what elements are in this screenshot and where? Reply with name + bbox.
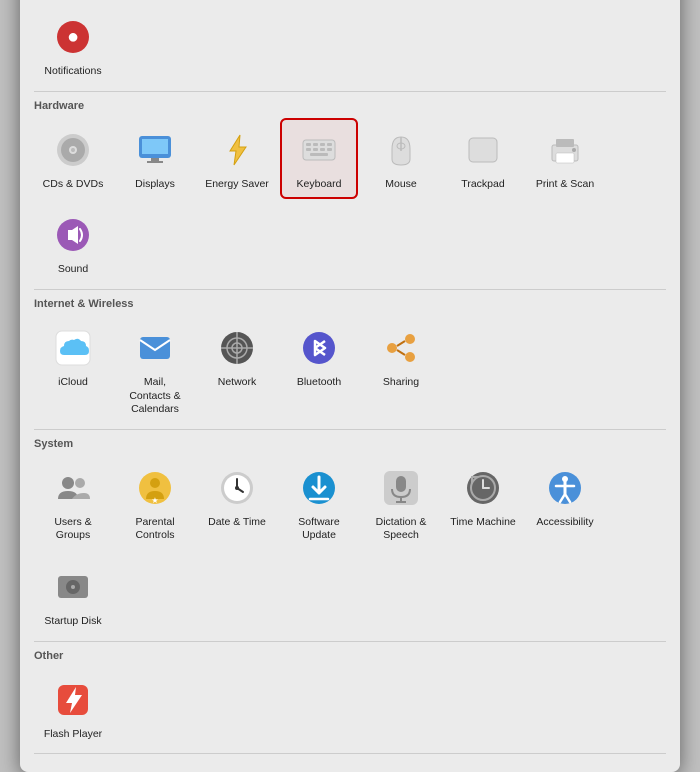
pref-label-mouse: Mouse: [385, 178, 417, 192]
pref-item-accessibility[interactable]: Accessibility: [526, 456, 604, 551]
pref-icon-network: [213, 324, 261, 372]
pref-icon-mail: [131, 324, 179, 372]
pref-icon-bluetooth: [295, 324, 343, 372]
pref-label-cds: CDs & DVDs: [43, 178, 104, 192]
pref-label-bluetooth: Bluetooth: [297, 376, 341, 390]
pref-item-mail[interactable]: Mail, Contacts & Calendars: [116, 316, 194, 425]
pref-label-energy: Energy Saver: [205, 178, 269, 192]
pref-icon-cds: [49, 126, 97, 174]
pref-icon-sound: [49, 211, 97, 259]
pref-label-displays: Displays: [135, 178, 175, 192]
pref-icon-parental: ★: [131, 464, 179, 512]
pref-icon-software: [295, 464, 343, 512]
pref-label-users: Users & Groups: [40, 516, 106, 543]
pref-label-accessibility: Accessibility: [536, 516, 593, 530]
pref-icon-print: [541, 126, 589, 174]
section-grid-system: Users & Groups ★ Parental Controls Date & T…: [34, 456, 666, 637]
divider-hardware: [34, 289, 666, 290]
pref-item-security[interactable]: Security & Privacy: [444, 0, 522, 1]
pref-item-energy[interactable]: Energy Saver: [198, 118, 276, 200]
pref-icon-notifications: ●: [49, 13, 97, 61]
pref-item-desktop[interactable]: Desktop & Screen Saver: [116, 0, 194, 1]
pref-item-software[interactable]: Software Update: [280, 456, 358, 551]
pref-label-flash: Flash Player: [44, 728, 102, 742]
pref-item-notifications[interactable]: ● Notifications: [34, 5, 112, 87]
pref-label-sound: Sound: [58, 263, 88, 277]
divider-other: [34, 753, 666, 754]
pref-item-sound[interactable]: Sound: [34, 203, 112, 285]
pref-item-trackpad[interactable]: Trackpad: [444, 118, 522, 200]
pref-item-dock[interactable]: Dock: [198, 0, 276, 1]
pref-icon-timemachine: [459, 464, 507, 512]
pref-icon-keyboard: [295, 126, 343, 174]
section-grid-hardware: CDs & DVDs Displays Energy Saver Keyboard Mo…: [34, 118, 666, 285]
pref-item-print[interactable]: Print & Scan: [526, 118, 604, 200]
pref-icon-energy: [213, 126, 261, 174]
pref-label-dictation: Dictation & Speech: [368, 516, 434, 543]
pref-item-general[interactable]: ⚙General: [34, 0, 112, 1]
section-grid-other: Flash Player: [34, 668, 666, 750]
pref-item-keyboard[interactable]: Keyboard: [280, 118, 358, 200]
section-label-internet: Internet & Wireless: [34, 298, 666, 310]
section-label-system: System: [34, 438, 666, 450]
pref-item-network[interactable]: Network: [198, 316, 276, 425]
pref-item-dictation[interactable]: Dictation & Speech: [362, 456, 440, 551]
pref-item-icloud[interactable]: iCloud: [34, 316, 112, 425]
pref-icon-accessibility: [541, 464, 589, 512]
pref-item-timemachine[interactable]: Time Machine: [444, 456, 522, 551]
pref-icon-icloud: [49, 324, 97, 372]
pref-label-startdisk: Startup Disk: [44, 615, 101, 629]
section-label-hardware: Hardware: [34, 100, 666, 112]
svg-text:●: ●: [67, 26, 79, 48]
pref-item-sharing[interactable]: Sharing: [362, 316, 440, 425]
section-label-other: Other: [34, 650, 666, 662]
pref-icon-trackpad: [459, 126, 507, 174]
pref-label-keyboard: Keyboard: [297, 178, 342, 192]
pref-icon-flash: [49, 676, 97, 724]
pref-item-mission[interactable]: Mission Control: [280, 0, 358, 1]
pref-item-startdisk[interactable]: Startup Disk: [34, 555, 112, 637]
pref-icon-users: [49, 464, 97, 512]
pref-item-flash[interactable]: Flash Player: [34, 668, 112, 750]
preferences-content: Personal⚙GeneralDesktop & Screen SaverDo…: [20, 0, 680, 772]
pref-label-icloud: iCloud: [58, 376, 88, 390]
pref-icon-sharing: [377, 324, 425, 372]
pref-label-timemachine: Time Machine: [450, 516, 516, 530]
divider-internet: [34, 429, 666, 430]
pref-label-parental: Parental Controls: [122, 516, 188, 543]
pref-label-trackpad: Trackpad: [461, 178, 504, 192]
pref-item-bluetooth[interactable]: Bluetooth: [280, 316, 358, 425]
divider-system: [34, 641, 666, 642]
pref-icon-datetime: [213, 464, 261, 512]
pref-label-network: Network: [218, 376, 257, 390]
divider-personal: [34, 91, 666, 92]
pref-icon-displays: [131, 126, 179, 174]
pref-label-mail: Mail, Contacts & Calendars: [122, 376, 188, 417]
svg-text:★: ★: [151, 496, 158, 505]
pref-item-datetime[interactable]: Date & Time: [198, 456, 276, 551]
pref-icon-mouse: [377, 126, 425, 174]
section-grid-internet: iCloud Mail, Contacts & Calendars Network B…: [34, 316, 666, 425]
pref-label-sharing: Sharing: [383, 376, 419, 390]
pref-label-notifications: Notifications: [44, 65, 101, 79]
pref-item-spotlight[interactable]: Spotlight: [526, 0, 604, 1]
pref-label-print: Print & Scan: [536, 178, 594, 192]
system-preferences-window: ◀ ▶ Show All System Preferences 🔍 Person…: [20, 0, 680, 772]
pref-label-software: Software Update: [286, 516, 352, 543]
section-grid-personal: ⚙General Desktop & Screen Saver Dock Missio…: [34, 0, 666, 87]
pref-label-datetime: Date & Time: [208, 516, 266, 530]
pref-item-displays[interactable]: Displays: [116, 118, 194, 200]
pref-icon-dictation: [377, 464, 425, 512]
pref-item-users[interactable]: Users & Groups: [34, 456, 112, 551]
pref-item-mouse[interactable]: Mouse: [362, 118, 440, 200]
pref-item-cds[interactable]: CDs & DVDs: [34, 118, 112, 200]
pref-item-language[interactable]: Language & Text: [362, 0, 440, 1]
pref-item-parental[interactable]: ★ Parental Controls: [116, 456, 194, 551]
